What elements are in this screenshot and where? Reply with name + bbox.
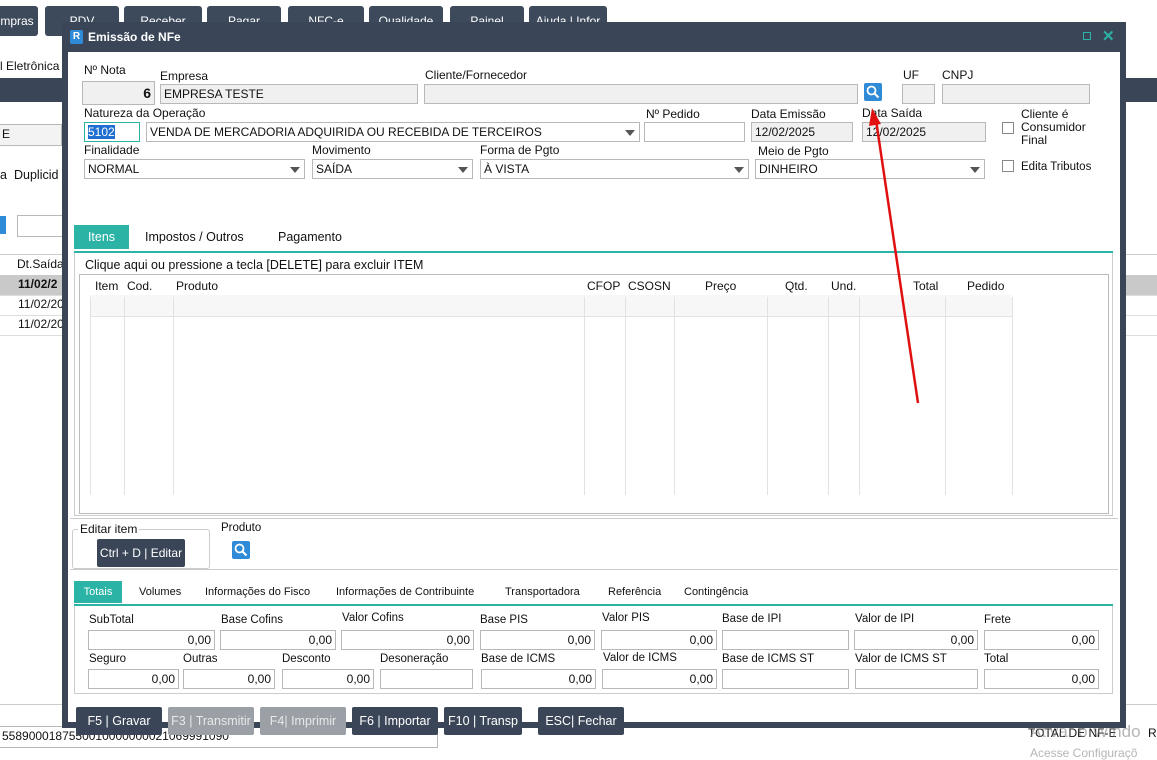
annotation-arrow-icon — [869, 108, 920, 404]
